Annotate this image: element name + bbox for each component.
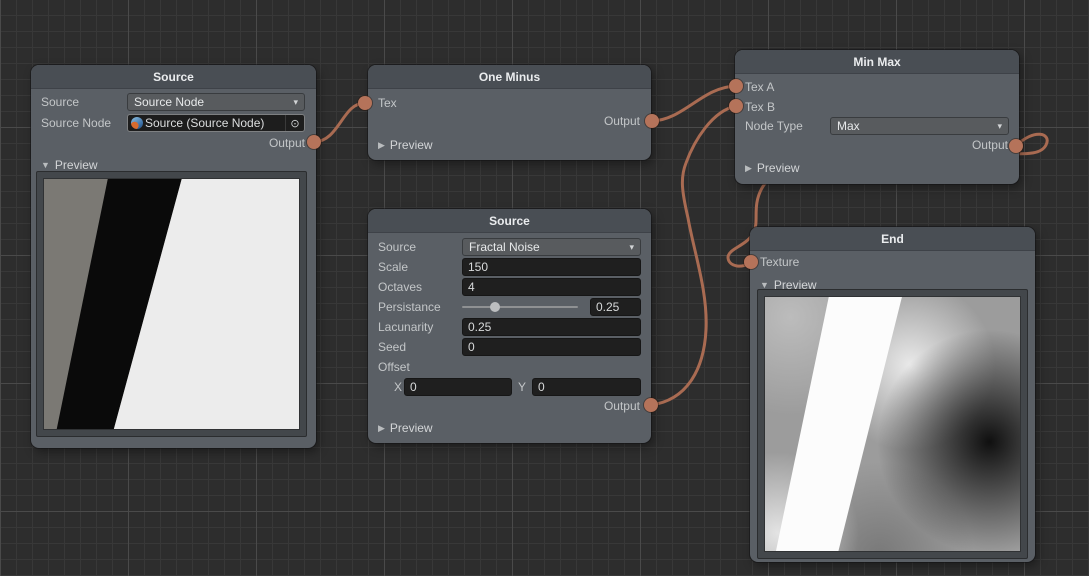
minmax-texb-input-port[interactable] (729, 99, 743, 113)
oneminus-output-port[interactable] (645, 114, 659, 128)
output-label: Output (972, 138, 1008, 152)
persistance-slider-track[interactable] (462, 306, 578, 308)
node-title: Source (489, 214, 530, 228)
texture-input-label: Texture (760, 255, 799, 269)
chevron-down-icon: ▾ (293, 97, 298, 108)
dropdown-value: Max (837, 119, 860, 133)
node-title: Source (153, 70, 194, 84)
chevron-down-icon: ▾ (997, 121, 1002, 132)
node-min-max-header[interactable]: Min Max (735, 50, 1019, 74)
persistance-field[interactable] (590, 298, 641, 316)
foldout-collapsed-icon: ▶ (745, 163, 752, 174)
wire-oneminus-to-minmax-texa[interactable] (652, 86, 736, 121)
script-icon (131, 117, 143, 129)
source-node-label: Source Node (41, 116, 111, 130)
node-source-1[interactable]: Source Source Source Node ▾ Source Node … (31, 65, 316, 448)
persistance-slider-handle[interactable] (490, 302, 500, 312)
tex-b-input-label: Tex B (745, 100, 775, 114)
foldout-collapsed-icon: ▶ (378, 423, 385, 434)
preview-toggle[interactable]: ▶ Preview (368, 135, 651, 155)
seed-field[interactable] (462, 338, 641, 356)
node-end-header[interactable]: End (750, 227, 1035, 251)
node-source-2-header[interactable]: Source (368, 209, 651, 233)
octaves-field[interactable] (462, 278, 641, 296)
preview-frame (757, 289, 1028, 559)
node-end[interactable]: End Texture ▼ Preview (750, 227, 1035, 562)
object-field-value: Source (Source Node) (145, 116, 264, 130)
source-type-dropdown[interactable]: Fractal Noise ▾ (462, 238, 641, 256)
offset-y-label: Y (518, 380, 526, 394)
lacunarity-label: Lacunarity (378, 320, 433, 334)
preview-label: Preview (390, 138, 433, 152)
oneminus-tex-input-port[interactable] (358, 96, 372, 110)
wire-source2-to-minmax-texb[interactable] (651, 106, 736, 405)
node-title: End (881, 232, 904, 246)
node-source-1-header[interactable]: Source (31, 65, 316, 89)
lacunarity-field[interactable] (462, 318, 641, 336)
node-graph-canvas[interactable]: Source Source Source Node ▾ Source Node … (0, 0, 1089, 576)
node-one-minus-header[interactable]: One Minus (368, 65, 651, 89)
preview-white-band (765, 297, 1020, 551)
object-picker-icon[interactable]: ⊙ (285, 115, 304, 131)
source1-output-port[interactable] (307, 135, 321, 149)
minmax-texa-input-port[interactable] (729, 79, 743, 93)
source-type-dropdown[interactable]: Source Node ▾ (127, 93, 305, 111)
tex-a-input-label: Tex A (745, 80, 774, 94)
node-title: One Minus (479, 70, 540, 84)
source-label: Source (378, 240, 416, 254)
source-label: Source (41, 95, 79, 109)
chevron-down-icon: ▾ (629, 242, 634, 253)
source2-output-port[interactable] (644, 398, 658, 412)
preview-image-source (43, 178, 300, 430)
minmax-output-port[interactable] (1009, 139, 1023, 153)
preview-toggle[interactable]: ▶ Preview (368, 418, 651, 438)
end-texture-input-port[interactable] (744, 255, 758, 269)
persistance-label: Persistance (378, 300, 441, 314)
foldout-expanded-icon: ▼ (41, 160, 50, 170)
offset-label: Offset (378, 360, 410, 374)
node-type-dropdown[interactable]: Max ▾ (830, 117, 1009, 135)
tex-input-label: Tex (378, 96, 397, 110)
scale-field[interactable] (462, 258, 641, 276)
dropdown-value: Source Node (134, 95, 204, 109)
dropdown-value: Fractal Noise (469, 240, 540, 254)
octaves-label: Octaves (378, 280, 422, 294)
seed-label: Seed (378, 340, 406, 354)
preview-toggle[interactable]: ▶ Preview (735, 158, 1019, 178)
node-type-label: Node Type (745, 119, 803, 133)
preview-label: Preview (55, 158, 98, 172)
preview-frame (36, 171, 307, 437)
node-source-2[interactable]: Source Source Fractal Noise ▾ Scale Octa… (368, 209, 651, 443)
preview-label: Preview (390, 421, 433, 435)
node-min-max[interactable]: Min Max Tex A Tex B Node Type Max ▾ Outp… (735, 50, 1019, 184)
wire-source1-to-oneminus[interactable] (314, 103, 365, 142)
source-node-object-field[interactable]: Source (Source Node) ⊙ (127, 114, 305, 132)
offset-x-field[interactable] (404, 378, 512, 396)
output-label: Output (269, 136, 305, 150)
scale-label: Scale (378, 260, 408, 274)
offset-x-label: X (394, 380, 402, 394)
preview-label: Preview (757, 161, 800, 175)
offset-y-field[interactable] (532, 378, 641, 396)
node-title: Min Max (853, 55, 900, 69)
output-label: Output (604, 399, 640, 413)
preview-image-end (764, 296, 1021, 552)
foldout-collapsed-icon: ▶ (378, 140, 385, 151)
output-label: Output (604, 114, 640, 128)
node-one-minus[interactable]: One Minus Tex Output ▶ Preview (368, 65, 651, 160)
